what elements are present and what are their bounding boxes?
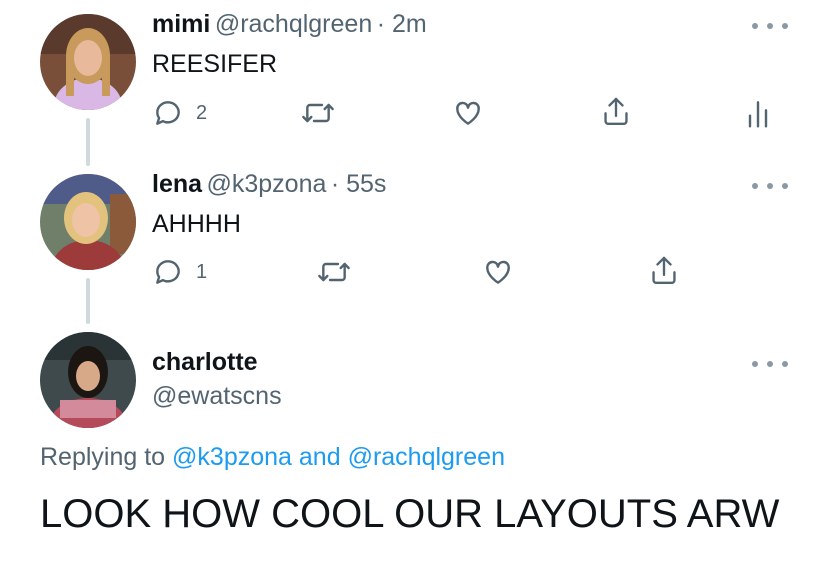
mention-and[interactable]: and: [299, 443, 341, 471]
reply-icon: [156, 101, 180, 125]
display-name[interactable]: lena: [152, 170, 202, 198]
avatar[interactable]: [40, 14, 136, 110]
like-button[interactable]: [452, 97, 484, 129]
like-button[interactable]: [482, 256, 514, 288]
replying-to: Replying to @k3pzona and @rachqlgreen: [40, 443, 505, 472]
analytics-icon: [748, 101, 768, 128]
avatar[interactable]: [40, 174, 136, 270]
retweet-icon: [318, 262, 350, 282]
retweet-icon: [302, 103, 334, 123]
main-tweet-text: LOOK HOW COOL OUR LAYOUTS ARW: [40, 492, 780, 536]
thread-line: [86, 278, 90, 324]
analytics-button[interactable]: [746, 97, 770, 129]
reply-count: 1: [196, 260, 208, 283]
mention-link[interactable]: @rachqlgreen: [348, 443, 505, 471]
user-handle[interactable]: @ewatscns: [152, 382, 282, 411]
share-icon: [604, 97, 628, 125]
replying-prefix: Replying to: [40, 443, 166, 471]
reply-count: 2: [196, 101, 208, 124]
timestamp[interactable]: · 2m: [377, 10, 427, 38]
user-handle[interactable]: @k3pzona: [206, 170, 326, 198]
thread-line: [86, 118, 90, 166]
mention-link[interactable]: @k3pzona: [172, 443, 292, 471]
more-icon[interactable]: [752, 20, 788, 32]
reply-icon: [156, 260, 180, 284]
tweet-text: AHHHH: [152, 210, 241, 238]
reply-button[interactable]: 1: [152, 256, 207, 288]
timestamp[interactable]: · 55s: [331, 170, 387, 198]
display-name[interactable]: mimi: [152, 10, 210, 38]
tweet-header: mimi @rachqlgreen · 2m: [152, 10, 427, 39]
like-icon: [456, 101, 480, 125]
like-icon: [486, 260, 510, 284]
more-icon[interactable]: [752, 180, 788, 192]
more-icon[interactable]: [752, 358, 788, 370]
share-button[interactable]: [648, 254, 680, 288]
user-handle[interactable]: @rachqlgreen: [215, 10, 372, 38]
avatar[interactable]: [40, 332, 136, 428]
retweet-button[interactable]: [316, 256, 352, 288]
share-icon: [652, 256, 676, 284]
tweet-text: REESIFER: [152, 50, 278, 78]
retweet-button[interactable]: [300, 97, 336, 129]
share-button[interactable]: [600, 95, 632, 129]
tweet-header: lena @k3pzona · 55s: [152, 170, 386, 199]
reply-button[interactable]: 2: [152, 97, 207, 129]
display-name[interactable]: charlotte: [152, 348, 258, 377]
